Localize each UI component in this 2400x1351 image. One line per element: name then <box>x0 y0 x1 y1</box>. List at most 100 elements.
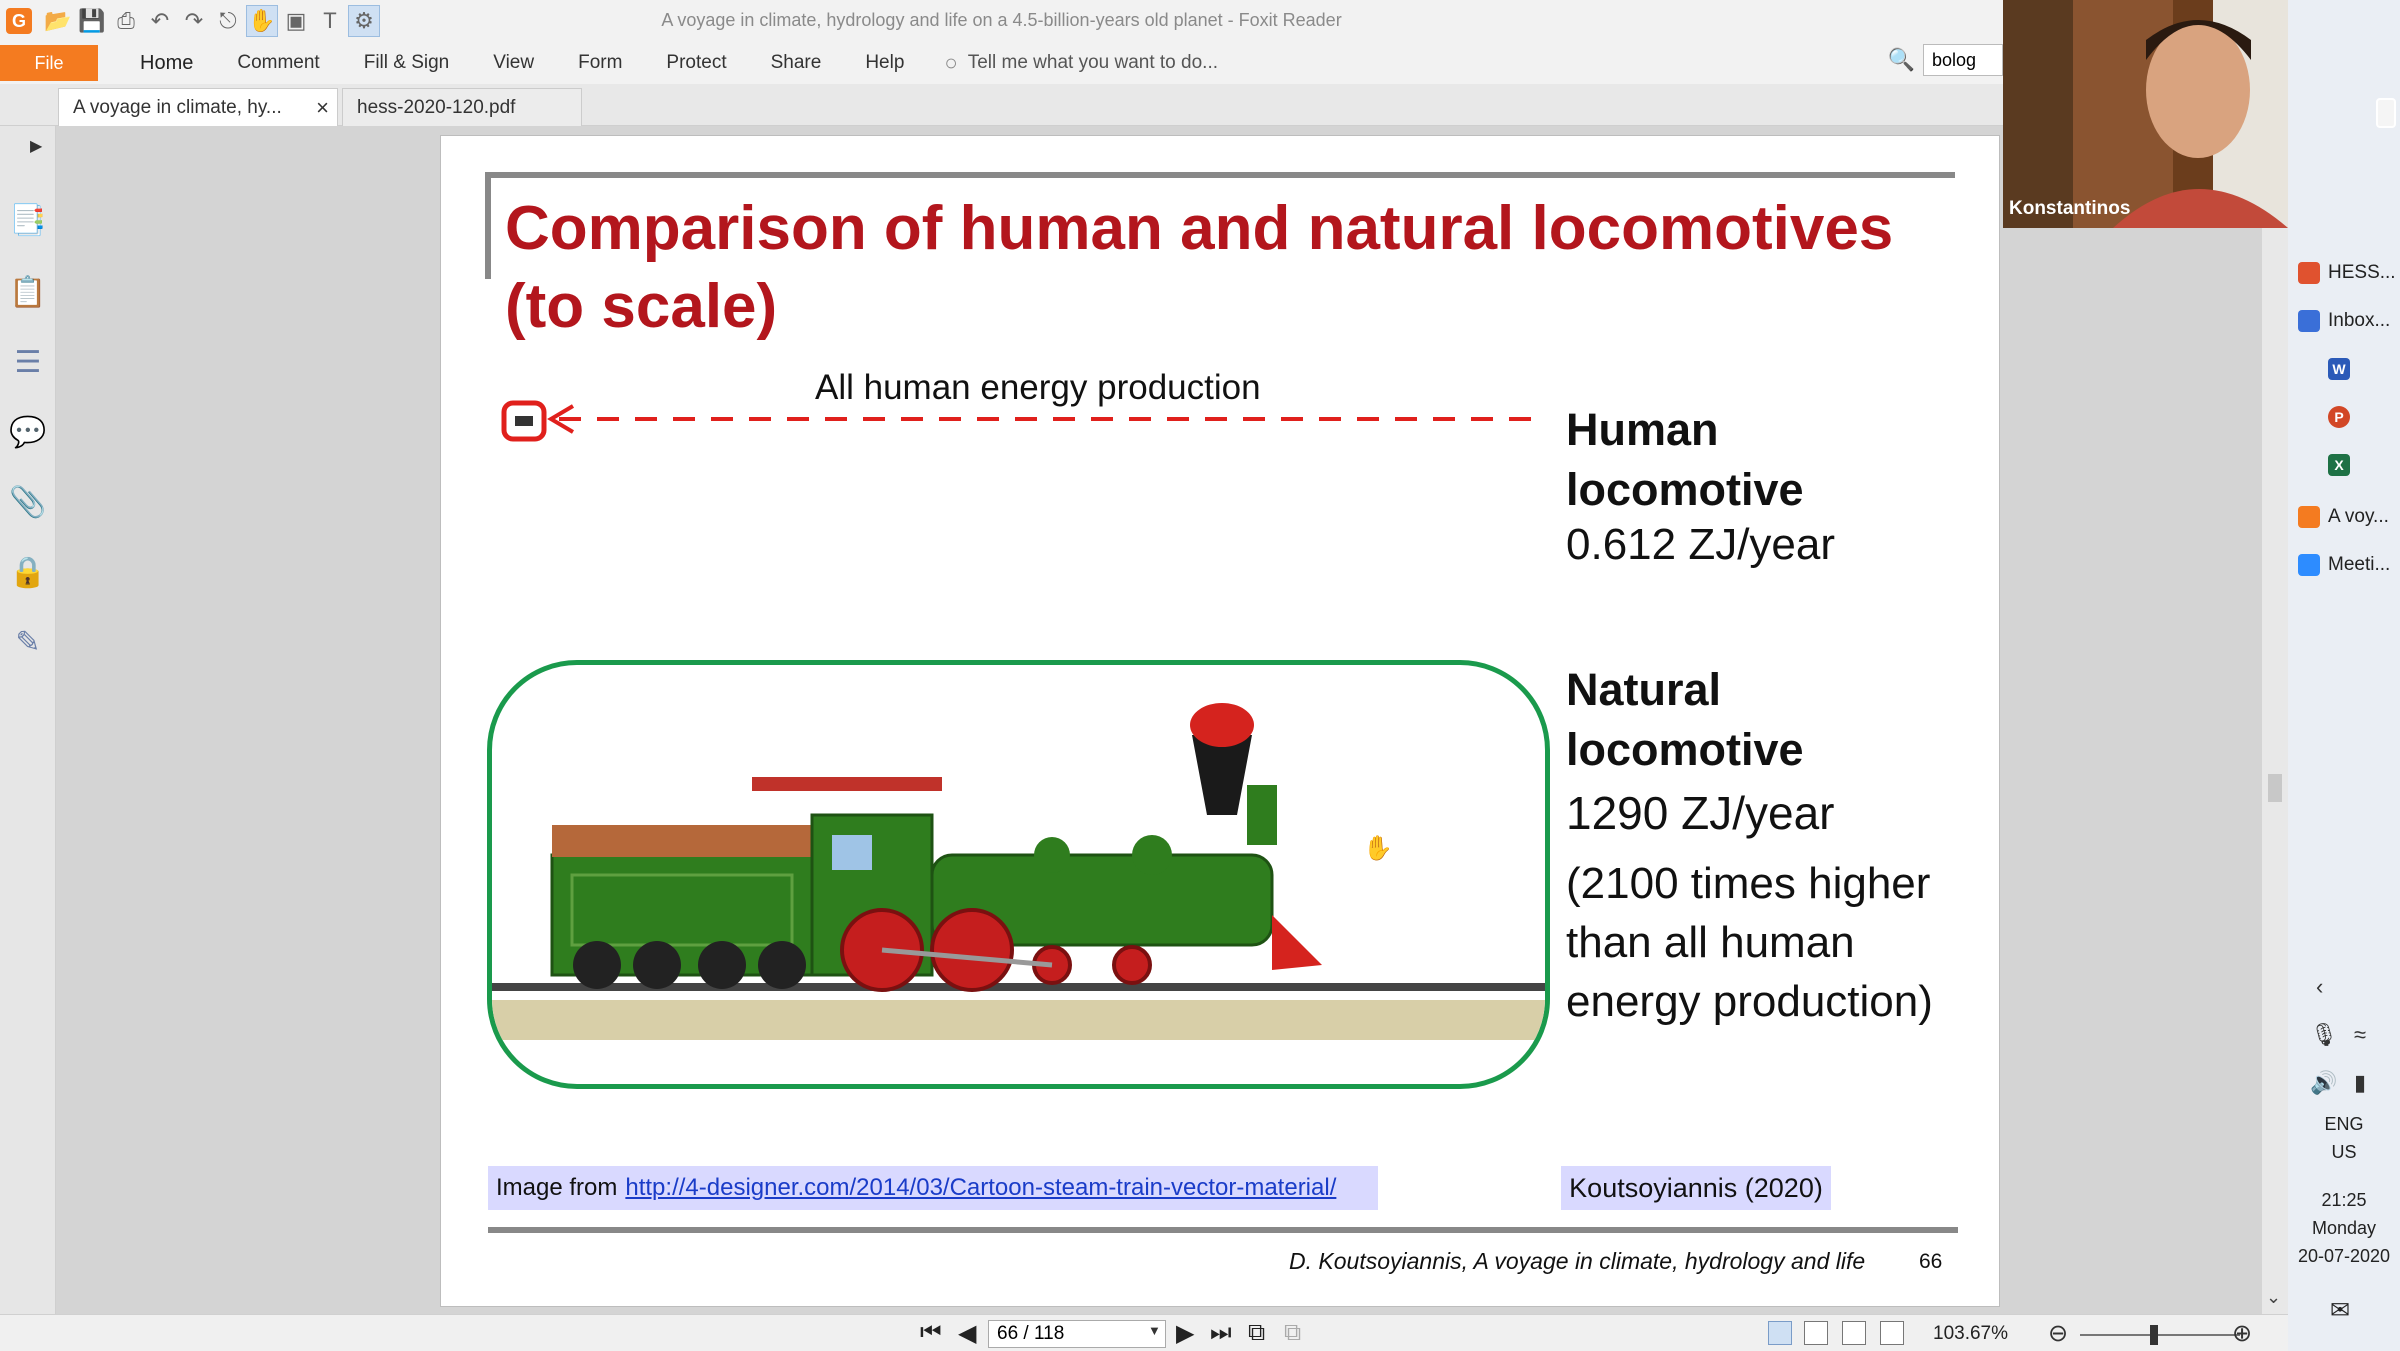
first-page-icon[interactable]: ⏮ <box>920 1319 942 1347</box>
clock-time: 21:25 <box>2321 1190 2367 1210</box>
page-number-input[interactable] <box>988 1320 1166 1348</box>
credit-link[interactable]: http://4-designer.com/2014/03/Cartoon-st… <box>625 1174 1336 1202</box>
page-dropdown-icon[interactable]: ▼ <box>1148 1323 1161 1338</box>
tab-fill-sign[interactable]: Fill & Sign <box>342 52 472 74</box>
stamp-icon[interactable]: ⎋ <box>212 5 244 37</box>
doc-tab-voyage[interactable]: A voyage in climate, hy... × <box>58 88 338 126</box>
taskbar-item-inbox[interactable]: Inbox... <box>2298 306 2398 336</box>
slide-top-rule <box>485 172 1955 178</box>
vertical-scrollbar[interactable]: ⌄ <box>2262 126 2288 1314</box>
battery-icon[interactable]: ▮ <box>2354 1070 2366 1096</box>
participant-video[interactable]: Konstantinos <box>2003 0 2288 228</box>
credit-prefix: Image from <box>496 1174 618 1201</box>
language-indicator[interactable]: ENG US <box>2312 1110 2376 1166</box>
redo-icon[interactable]: ↷ <box>178 5 210 37</box>
clock-date: 20-07-2020 <box>2297 1246 2391 1266</box>
natural-locomotive-frame <box>487 660 1550 1089</box>
signature-icon[interactable]: ✎ <box>10 624 46 660</box>
zoom-slider[interactable] <box>2080 1334 2240 1336</box>
status-bar: ⏮ ◀ ▼ ▶ ⏭ ⧉ ⧉ 103.67% ⊖ ⊕ <box>0 1314 2288 1351</box>
expand-panel-icon[interactable]: ▶ <box>30 136 42 156</box>
participant-name: Konstantinos <box>2009 198 2131 219</box>
scroll-down-icon[interactable]: ⌄ <box>2266 1287 2281 1308</box>
tab-comment[interactable]: Comment <box>215 52 341 74</box>
taskbar-item-excel[interactable]: X <box>2328 450 2400 480</box>
taskbar-item-hess[interactable]: HESS... <box>2298 258 2398 288</box>
security-lock-icon[interactable]: 🔒 <box>9 554 46 590</box>
document-view[interactable]: Comparison of human and natural locomoti… <box>56 126 2262 1314</box>
ribbon-menu: File Home Comment Fill & Sign View Form … <box>0 42 2003 84</box>
natural-locomotive-value: 1290 ZJ/year <box>1566 787 1835 839</box>
system-clock[interactable]: 21:25 Monday 20-07-2020 <box>2288 1186 2400 1270</box>
tell-me-search[interactable]: ○ Tell me what you want to do... <box>944 50 1218 76</box>
save-icon[interactable]: 💾 <box>76 5 108 37</box>
comparison-note: (2100 times higher than all human energy… <box>1566 859 1933 1026</box>
open-folder-icon[interactable]: 📂 <box>42 5 74 37</box>
customize-icon[interactable]: ⚙ <box>348 5 380 37</box>
language-code: ENG <box>2324 1114 2364 1134</box>
layers-icon[interactable]: ☰ <box>10 344 46 380</box>
print-icon[interactable]: ⎙ <box>110 5 142 37</box>
undo-icon[interactable]: ↶ <box>144 5 176 37</box>
chevron-left-icon[interactable]: ‹ <box>2316 974 2323 1000</box>
previous-page-icon[interactable]: ◀ <box>958 1319 976 1348</box>
taskbar-item-powerpoint[interactable]: P <box>2328 402 2400 432</box>
hand-tool-icon[interactable]: ✋ <box>246 5 278 37</box>
continuous-facing-view-icon[interactable] <box>1880 1321 1904 1345</box>
taskbar-item-meeting[interactable]: Meeti... <box>2298 550 2398 580</box>
taskbar-item-foxit[interactable]: A voy... <box>2298 502 2398 532</box>
zoom-out-icon[interactable]: ⊖ <box>2048 1319 2068 1348</box>
find-folder-icon[interactable]: 🔍 <box>1888 47 1915 73</box>
bookmarks-icon[interactable]: 📑 <box>9 202 46 238</box>
steam-train-illustration <box>492 703 1545 1040</box>
microphone-icon[interactable]: 🎙 <box>2310 1022 2338 1048</box>
document-tab-bar: A voyage in climate, hy... × hess-2020-1… <box>0 84 2003 126</box>
tab-home[interactable]: Home <box>118 52 215 75</box>
close-icon[interactable]: × <box>316 95 329 121</box>
file-tab[interactable]: File <box>0 45 98 81</box>
attachments-icon[interactable]: 📎 <box>9 484 46 520</box>
find-input[interactable] <box>1923 44 2003 76</box>
human-energy-label: All human energy production <box>815 368 1261 407</box>
foxit-reader-window: G 📂 💾 ⎙ ↶ ↷ ⎋ ✋ ▣ T ⚙ A voyage in climat… <box>0 0 2400 1351</box>
tab-view[interactable]: View <box>471 52 556 74</box>
taskbar-item-word[interactable]: W <box>2328 354 2400 384</box>
doc-tab-label: A voyage in climate, hy... <box>73 96 282 118</box>
doc-tab-hess[interactable]: hess-2020-120.pdf <box>342 88 582 126</box>
slide-title: Comparison of human and natural locomoti… <box>505 194 1894 341</box>
comments-icon[interactable]: 💬 <box>9 414 46 450</box>
restore-window-icon[interactable] <box>2376 98 2396 128</box>
tab-share[interactable]: Share <box>749 52 844 74</box>
slide-bottom-rule <box>488 1227 1958 1233</box>
natural-locomotive-heading: Natural locomotive <box>1566 664 1804 775</box>
last-page-icon[interactable]: ⏭ <box>1210 1319 1232 1347</box>
thunderbird-icon <box>2298 310 2320 332</box>
volume-icon[interactable]: 🔊 <box>2310 1070 2337 1096</box>
continuous-view-icon[interactable] <box>1804 1321 1828 1345</box>
notification-icon[interactable]: ✉ <box>2330 1296 2350 1325</box>
single-page-view-icon[interactable] <box>1768 1321 1792 1345</box>
powerpoint-icon: P <box>2328 406 2350 428</box>
tell-me-label: Tell me what you want to do... <box>967 52 1218 73</box>
taskbar-label: A voy... <box>2328 506 2389 527</box>
next-page-icon[interactable]: ▶ <box>1176 1319 1194 1348</box>
scrollbar-thumb[interactable] <box>2268 774 2282 802</box>
snapshot-icon[interactable]: ▣ <box>280 5 312 37</box>
zoom-in-icon[interactable]: ⊕ <box>2232 1319 2252 1348</box>
facing-view-icon[interactable] <box>1842 1321 1866 1345</box>
zoom-slider-thumb[interactable] <box>2150 1325 2158 1345</box>
foxit-app-icon[interactable]: G <box>6 8 32 34</box>
tab-form[interactable]: Form <box>556 52 644 74</box>
human-locomotive-heading: Human locomotive <box>1566 404 1804 515</box>
zoom-level[interactable]: 103.67% <box>1933 1323 2008 1345</box>
slide-page-number: 66 <box>1919 1250 1943 1273</box>
pdf-page: Comparison of human and natural locomoti… <box>440 135 2000 1307</box>
rotate-view-icon[interactable]: ⧉ <box>1248 1319 1265 1347</box>
pages-icon[interactable]: 📋 <box>9 274 46 310</box>
copy-view-icon[interactable]: ⧉ <box>1284 1319 1301 1347</box>
taskbar-label: Meeti... <box>2328 554 2391 575</box>
tab-protect[interactable]: Protect <box>644 52 748 74</box>
tab-help[interactable]: Help <box>843 52 926 74</box>
select-text-icon[interactable]: T <box>314 5 346 37</box>
wifi-icon[interactable]: ≈ <box>2354 1022 2366 1048</box>
